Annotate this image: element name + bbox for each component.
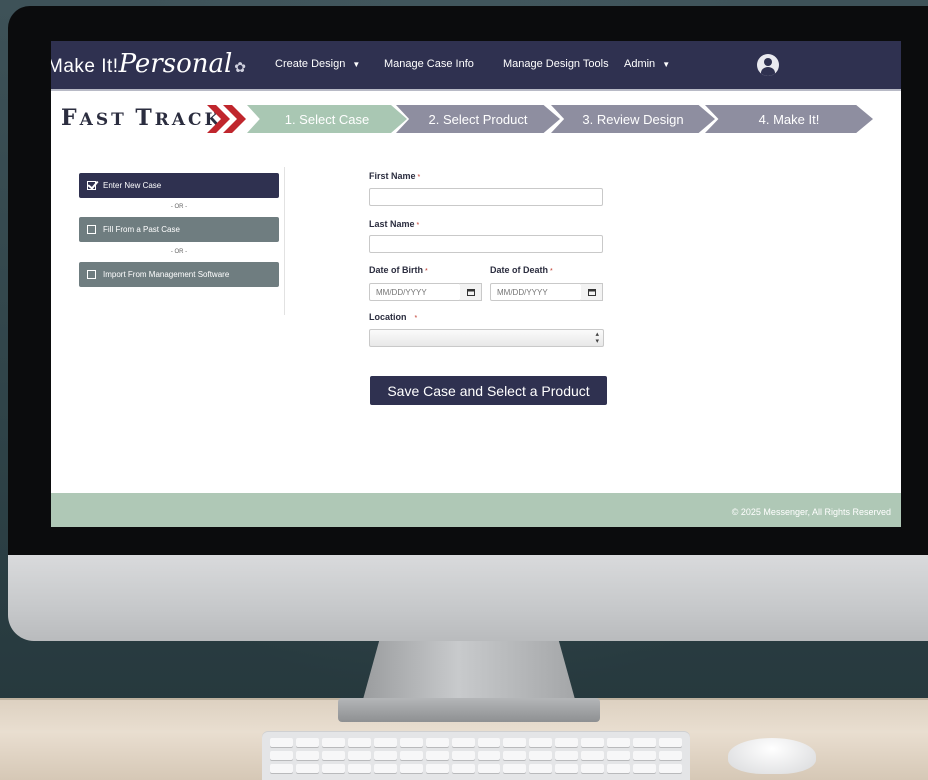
date-of-death-label: Date of Death * <box>490 265 553 275</box>
column-divider <box>284 167 285 315</box>
caret-down-icon: ▼ <box>662 60 671 69</box>
location-label: Location * <box>369 312 418 322</box>
fast-track-title: FAST TRACK <box>61 105 223 131</box>
nav-create-design-label: Create Design <box>275 58 346 70</box>
caret-down-icon: ▼ <box>352 60 361 69</box>
nav-create-design[interactable]: Create Design ▼ <box>275 58 360 70</box>
first-name-input[interactable] <box>369 188 603 206</box>
option-fill-from-past-case[interactable]: Fill From a Past Case <box>79 217 279 242</box>
last-name-label: Last Name * <box>369 219 420 229</box>
date-of-birth-input[interactable] <box>369 283 461 301</box>
option-import-management-software[interactable]: Import From Management Software <box>79 262 279 287</box>
user-avatar-icon[interactable] <box>757 54 779 76</box>
copyright-text: © 2025 Messenger, All Rights Reserved <box>731 507 891 517</box>
monitor-stand-base <box>338 698 600 722</box>
app-screen: Make It!Personal ✿ Create Design ▼ Manage … <box>51 41 901 527</box>
brand-prefix: Make It! <box>51 56 119 77</box>
option-fill-from-past-case-label: Fill From a Past Case <box>103 225 180 234</box>
option-enter-new-case[interactable]: Enter New Case <box>79 173 279 198</box>
nav-manage-design-tools[interactable]: Manage Design Tools <box>503 58 609 70</box>
brand-script: Personal <box>118 49 233 79</box>
step-review-design[interactable]: 3. Review Design <box>551 105 715 133</box>
date-of-birth-label: Date of Birth * <box>369 265 428 275</box>
double-chevron-icon <box>207 105 246 133</box>
step-select-product[interactable]: 2. Select Product <box>396 105 560 133</box>
or-separator: - OR - <box>170 249 188 255</box>
checkbox-checked-icon[interactable] <box>87 181 96 190</box>
option-import-label: Import From Management Software <box>103 270 230 279</box>
monitor-chin <box>8 555 928 641</box>
step-make-it[interactable]: 4. Make It! <box>705 105 873 133</box>
checkbox-icon[interactable] <box>87 225 96 234</box>
mouse <box>728 738 816 774</box>
keyboard <box>262 732 690 780</box>
nav-admin-label: Admin <box>624 58 656 70</box>
flourish-icon: ✿ <box>234 59 247 75</box>
first-name-label: First Name * <box>369 171 421 181</box>
nav-manage-design-tools-label: Manage Design Tools <box>503 58 609 70</box>
save-case-button[interactable]: Save Case and Select a Product <box>370 376 607 405</box>
brand-logo[interactable]: Make It!Personal ✿ <box>51 49 246 79</box>
nav-manage-case-info-label: Manage Case Info <box>384 58 474 70</box>
nav-admin[interactable]: Admin ▼ <box>624 58 670 70</box>
nav-manage-case-info[interactable]: Manage Case Info <box>384 58 474 70</box>
option-enter-new-case-label: Enter New Case <box>103 181 162 190</box>
step-select-case[interactable]: 1. Select Case <box>247 105 407 133</box>
calendar-icon[interactable] <box>581 283 603 301</box>
monitor-stand <box>362 641 576 703</box>
checkbox-icon[interactable] <box>87 270 96 279</box>
location-select[interactable]: ▴ ▾ <box>369 329 604 347</box>
select-arrows-icon: ▴ ▾ <box>595 331 599 345</box>
top-navbar: Make It!Personal ✿ Create Design ▼ Manage … <box>51 41 901 91</box>
last-name-input[interactable] <box>369 235 603 253</box>
date-of-death-input[interactable] <box>490 283 582 301</box>
calendar-icon[interactable] <box>460 283 482 301</box>
footer: © 2025 Messenger, All Rights Reserved <box>51 493 901 527</box>
or-separator: - OR - <box>170 204 188 210</box>
